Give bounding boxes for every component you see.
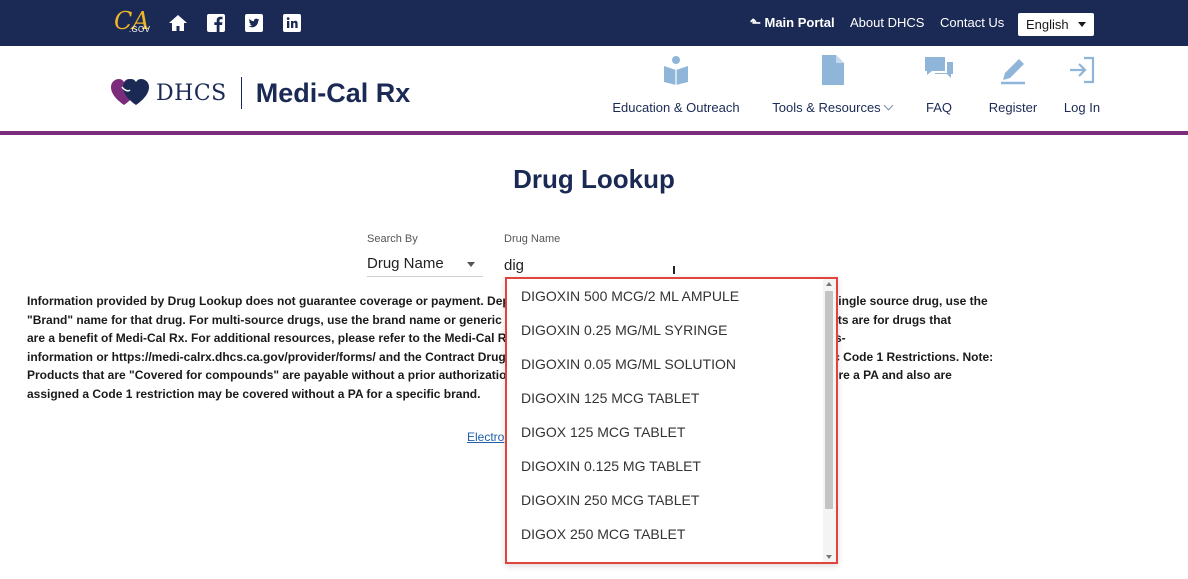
nav-register[interactable]: Register bbox=[986, 54, 1040, 117]
drug-suggestions-dropdown[interactable]: DIGOXIN 500 MCG/2 ML AMPULE DIGOXIN 0.25… bbox=[505, 277, 838, 564]
nav-label: Education & Outreach bbox=[612, 100, 740, 115]
language-select[interactable]: English bbox=[1018, 13, 1094, 36]
site-header: DHCS Medi-Cal Rx Education & Outreach To… bbox=[0, 46, 1188, 135]
main-portal-link[interactable]: ⬑ Main Portal bbox=[750, 15, 835, 31]
suggestion-item[interactable]: DIGOXIN 0.05 MG/ML SOLUTION bbox=[507, 347, 825, 381]
caret-down-icon bbox=[1078, 22, 1086, 27]
search-by-select[interactable]: Drug Name bbox=[367, 255, 483, 277]
suggestion-item[interactable]: DIGOX 125 MCG TABLET bbox=[507, 415, 825, 449]
language-value: English bbox=[1026, 17, 1069, 32]
search-by-value: Drug Name bbox=[367, 255, 444, 272]
text-cursor bbox=[673, 266, 675, 274]
pencil-icon bbox=[1001, 59, 1025, 85]
brand-divider bbox=[240, 77, 242, 109]
facebook-icon[interactable] bbox=[206, 13, 226, 33]
main-portal-label: Main Portal bbox=[764, 15, 835, 30]
contact-us-link[interactable]: Contact Us bbox=[940, 15, 1004, 30]
nav-label: Log In bbox=[1063, 100, 1101, 115]
electronic-link[interactable]: Electro bbox=[467, 430, 504, 444]
suggestion-item[interactable]: DIGOXIN 125 MCG TABLET bbox=[507, 381, 825, 415]
gov-logo-text: .GOV bbox=[129, 25, 151, 34]
dropdown-scrollbar[interactable] bbox=[823, 279, 836, 562]
ca-gov-logo[interactable]: CA .GOV bbox=[114, 9, 150, 37]
caret-down-icon bbox=[467, 262, 475, 267]
nav-log-in[interactable]: Log In bbox=[1060, 54, 1104, 117]
nav-tools-resources[interactable]: Tools & Resources bbox=[768, 54, 896, 117]
nav-education-outreach[interactable]: Education & Outreach bbox=[610, 54, 742, 117]
education-icon bbox=[664, 56, 688, 85]
drug-name-label: Drug Name bbox=[504, 233, 561, 245]
nav-label: Tools & Resources bbox=[772, 100, 894, 115]
brand-logo[interactable]: DHCS Medi-Cal Rx bbox=[110, 76, 410, 110]
chat-icon bbox=[925, 57, 953, 78]
home-icon[interactable] bbox=[168, 13, 188, 33]
nav-faq[interactable]: FAQ bbox=[918, 54, 960, 117]
document-icon bbox=[822, 55, 844, 85]
twitter-icon[interactable] bbox=[244, 13, 264, 33]
suggestion-item[interactable]: DIGOXIN 0.25 MG/ML SYRINGE bbox=[507, 313, 825, 347]
suggestion-item[interactable]: DIGOX 250 MCG TABLET bbox=[507, 517, 825, 551]
nav-label: Register bbox=[988, 100, 1038, 115]
page-title: Drug Lookup bbox=[513, 164, 675, 194]
chevron-down-icon bbox=[883, 100, 894, 111]
top-bar: CA .GOV ⬑ Main Portal About DHCS Contact… bbox=[0, 0, 1188, 46]
login-icon bbox=[1070, 56, 1095, 84]
about-dhcs-link[interactable]: About DHCS bbox=[850, 15, 924, 30]
suggestion-item[interactable]: DIGOXIN 250 MCG TABLET bbox=[507, 483, 825, 517]
scroll-down-arrow-icon[interactable] bbox=[826, 555, 832, 559]
suggestion-item[interactable]: DIGOXIN 500 MCG/2 ML AMPULE bbox=[507, 279, 825, 313]
suggestions-list: DIGOXIN 500 MCG/2 ML AMPULE DIGOXIN 0.25… bbox=[507, 279, 825, 551]
scroll-up-arrow-icon[interactable] bbox=[826, 282, 832, 286]
nav-label: FAQ bbox=[925, 100, 952, 115]
linkedin-icon[interactable] bbox=[282, 13, 302, 33]
search-by-label: Search By bbox=[367, 233, 418, 245]
back-arrow-icon: ⬑ bbox=[750, 15, 761, 30]
suggestion-item[interactable]: DIGOXIN 0.125 MG TABLET bbox=[507, 449, 825, 483]
drug-name-input[interactable] bbox=[504, 254, 824, 276]
dhcs-heart-icon bbox=[111, 79, 149, 105]
medi-cal-rx-wordmark: Medi-Cal Rx bbox=[255, 77, 411, 108]
dhcs-wordmark: DHCS bbox=[156, 80, 227, 106]
scrollbar-thumb[interactable] bbox=[825, 291, 833, 509]
